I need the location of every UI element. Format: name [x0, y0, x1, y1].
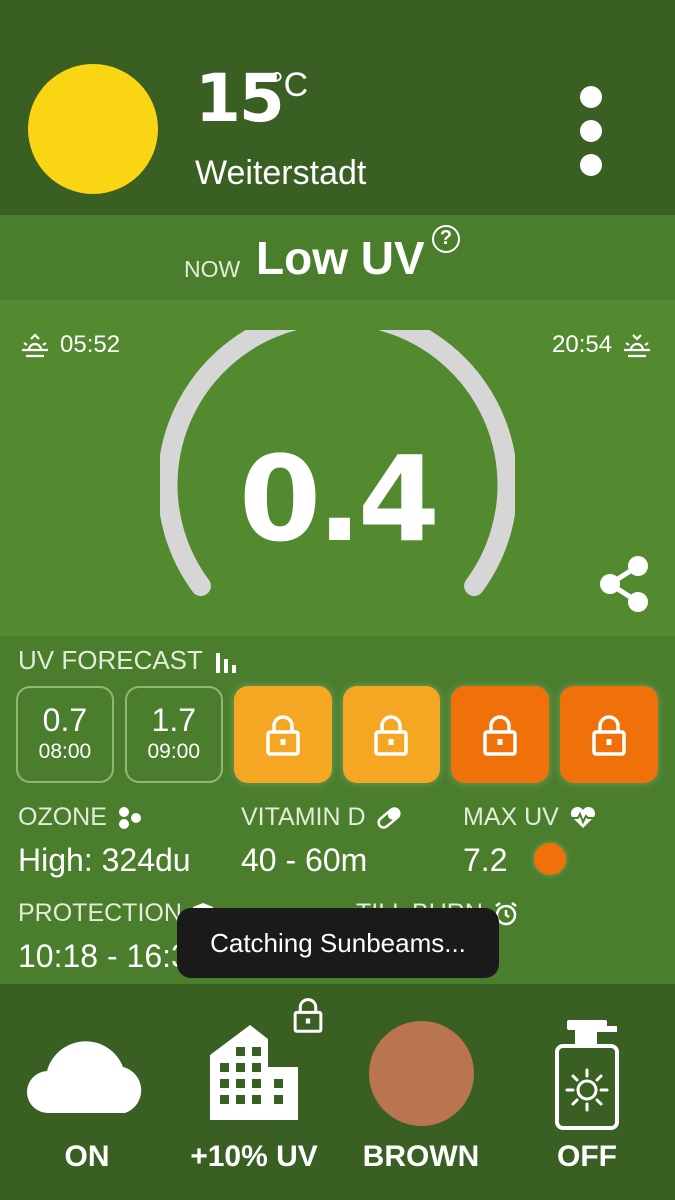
- ozone-value: High: 324du: [18, 842, 191, 878]
- lock-icon: [265, 714, 300, 756]
- sunrise-icon: [22, 333, 48, 358]
- lock-icon: [592, 714, 626, 756]
- skin-type-icon[interactable]: [369, 1021, 474, 1126]
- ozone-label: OZONE: [18, 803, 143, 832]
- max-uv-color-dot: [534, 843, 566, 875]
- sunset-time: 20:54: [552, 331, 613, 358]
- sunscreen-icon[interactable]: [553, 1018, 621, 1130]
- protection-label-text: PROTECTION: [18, 899, 182, 927]
- pill-icon: [376, 806, 401, 829]
- vitamin-d-value: 40 - 60m: [241, 842, 368, 878]
- forecast-item-locked[interactable]: [233, 686, 332, 783]
- uv-index-value: 0.4: [238, 430, 440, 568]
- vitamin-d-label-text: VITAMIN D: [241, 803, 366, 831]
- sunset-icon: [624, 334, 651, 358]
- heart-pulse-icon: [570, 806, 595, 828]
- max-uv-label-text: MAX UV: [463, 803, 559, 831]
- city-icon[interactable]: [208, 1025, 300, 1120]
- bar-chart-icon: [215, 652, 236, 673]
- now-label: NOW: [184, 256, 241, 282]
- location-name[interactable]: Weiterstadt: [195, 156, 366, 190]
- max-uv-label: MAX UV: [463, 803, 597, 832]
- lock-icon: [374, 714, 409, 756]
- uv-level-text: Low UV: [256, 232, 425, 284]
- sunrise: 05:52: [20, 331, 120, 359]
- share-icon[interactable]: [596, 554, 652, 614]
- forecast-item-locked[interactable]: [560, 686, 658, 783]
- forecast-item-locked[interactable]: [451, 686, 550, 783]
- more-vert-icon[interactable]: [574, 86, 608, 176]
- forecast-value: 0.7: [42, 702, 88, 739]
- cloud-label: ON: [64, 1140, 110, 1173]
- sunscreen-label: OFF: [557, 1140, 617, 1173]
- forecast-time: 09:00: [147, 740, 201, 764]
- vitamin-d-label: VITAMIN D: [241, 803, 402, 832]
- city-label: +10% UV: [190, 1140, 318, 1173]
- forecast-value: 1.7: [151, 702, 196, 739]
- forecast-row: 0.7 08:00 1.7 09:00: [16, 686, 658, 783]
- max-uv-value: 7.2: [463, 842, 508, 878]
- temperature-unit: °C: [270, 66, 309, 104]
- ozone-label-text: OZONE: [18, 803, 107, 831]
- sunrise-time: 05:52: [60, 331, 121, 358]
- toast-message: Catching Sunbeams...: [177, 908, 499, 978]
- forecast-title[interactable]: UV FORECAST: [18, 645, 239, 676]
- forecast-item-locked[interactable]: [342, 686, 441, 783]
- cloud-icon[interactable]: [27, 1033, 147, 1115]
- forecast-title-label: UV FORECAST: [18, 645, 203, 675]
- forecast-time: 08:00: [38, 740, 92, 764]
- forecast-item[interactable]: 1.7 09:00: [124, 686, 223, 783]
- sun-icon: [28, 64, 158, 194]
- forecast-item[interactable]: 0.7 08:00: [16, 686, 114, 783]
- lock-icon: [483, 714, 517, 756]
- skin-label: BROWN: [362, 1140, 480, 1173]
- help-icon[interactable]: ?: [432, 225, 460, 253]
- sunset: 20:54: [552, 331, 652, 359]
- molecule-icon: [118, 806, 141, 829]
